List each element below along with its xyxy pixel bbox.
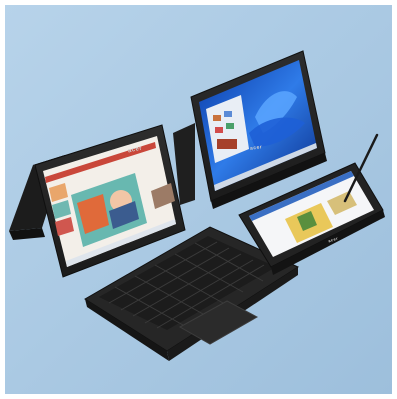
product-photo: acer acer acer [5, 5, 392, 394]
photo-frame: acer acer acer [0, 0, 397, 399]
product-illustration [5, 5, 392, 394]
